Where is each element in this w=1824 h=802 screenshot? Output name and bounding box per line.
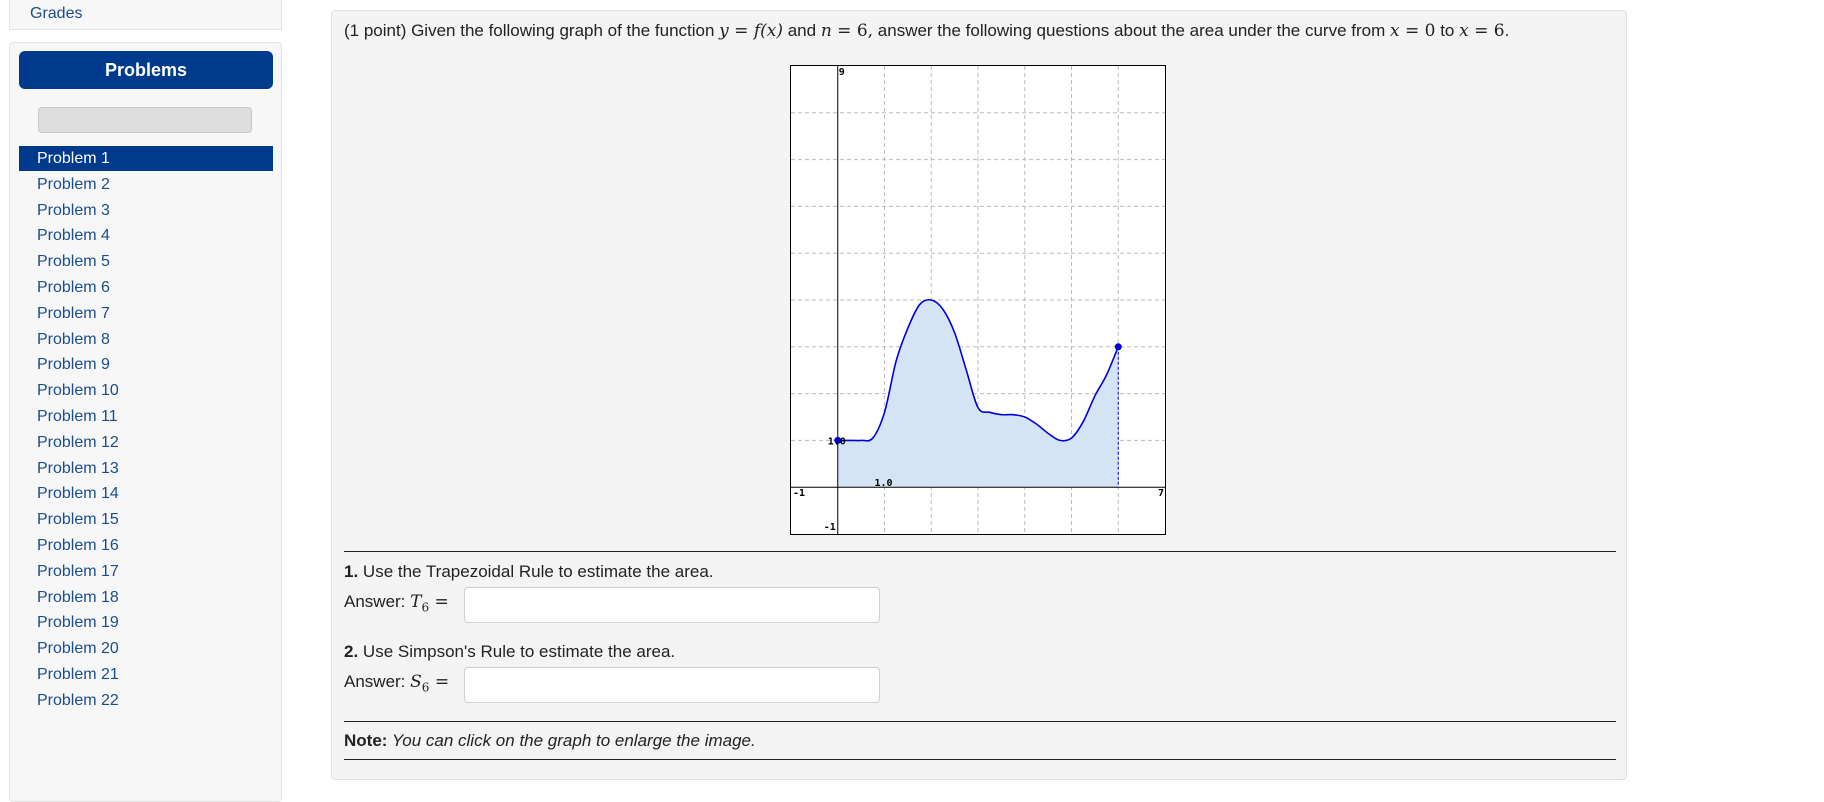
problem-link[interactable]: Problem 19	[19, 610, 273, 635]
question-2-text: Use Simpson's Rule to estimate the area.	[358, 642, 676, 661]
grades-box: Grades	[9, 0, 282, 30]
note-text: You can click on the graph to enlarge th…	[387, 731, 756, 750]
problems-header[interactable]: Problems	[19, 51, 273, 89]
problem-link[interactable]: Problem 17	[19, 559, 273, 584]
divider	[344, 721, 1616, 722]
math-T-sub: 6	[421, 600, 430, 615]
math-x: x	[1389, 21, 1400, 41]
question-to: to	[1435, 21, 1460, 40]
math-x: x	[1459, 21, 1469, 41]
problem-link[interactable]: Problem 21	[19, 662, 273, 687]
function-graph[interactable]: 9 -1 -1 7 1.0 1.0	[790, 65, 1166, 535]
problem-link[interactable]: Problem 1	[19, 146, 273, 171]
answer-2-label: Answer: S6 =	[344, 672, 449, 694]
math-eq: =	[831, 21, 857, 41]
question-2: 2. Use Simpson's Rule to estimate the ar…	[344, 642, 675, 662]
answer-2-input[interactable]	[464, 667, 880, 703]
math-S: S	[410, 672, 422, 692]
tick-label-y-one: 1.0	[828, 436, 846, 447]
answer-2-prefix: Answer:	[344, 672, 411, 691]
tick-label-x-left: -1	[793, 488, 805, 499]
graph-svg: 9 -1 -1 7 1.0 1.0	[791, 66, 1165, 534]
math-x-end: 6	[1493, 21, 1505, 41]
problem-link[interactable]: Problem 10	[19, 378, 273, 403]
question-end: .	[1504, 21, 1510, 40]
math-T: T	[410, 592, 422, 612]
question-1-text: Use the Trapezoidal Rule to estimate the…	[358, 562, 714, 581]
problem-link[interactable]: Problem 16	[19, 533, 273, 558]
problem-link[interactable]: Problem 11	[19, 404, 273, 429]
divider	[344, 759, 1616, 760]
question-and: and	[783, 21, 821, 40]
problem-link[interactable]: Problem 2	[19, 172, 273, 197]
grades-link[interactable]: Grades	[30, 5, 82, 23]
math-eq: =	[429, 672, 450, 692]
question-rest: answer the following questions about the…	[873, 21, 1390, 40]
math-eq: =	[1399, 21, 1425, 41]
problem-filter-input[interactable]	[38, 107, 252, 133]
problem-link[interactable]: Problem 13	[19, 456, 273, 481]
math-x-start: 0	[1424, 21, 1436, 41]
problem-link[interactable]: Problem 18	[19, 585, 273, 610]
problem-link[interactable]: Problem 12	[19, 430, 273, 455]
note-label: Note:	[344, 731, 388, 750]
math-eq: =	[429, 592, 449, 612]
note: Note: You can click on the graph to enla…	[344, 731, 756, 751]
answer-1-label: Answer: T6 =	[344, 592, 449, 614]
tick-label-x-one: 1.0	[875, 478, 893, 489]
question-1: 1. Use the Trapezoidal Rule to estimate …	[344, 562, 714, 582]
problem-link[interactable]: Problem 8	[19, 327, 273, 352]
problem-link[interactable]: Problem 14	[19, 481, 273, 506]
problems-panel: Problems Problem 1 Problem 2 Problem 3 Prob…	[9, 42, 282, 802]
math-eq: =	[728, 21, 754, 41]
problem-link[interactable]: Problem 22	[19, 688, 273, 713]
problem-link[interactable]: Problem 20	[19, 636, 273, 661]
math-fx: f(x)	[753, 21, 783, 41]
problem-link[interactable]: Problem 7	[19, 301, 273, 326]
math-n-value: 6,	[856, 21, 874, 41]
problem-panel: (1 point) Given the following graph of t…	[331, 10, 1627, 780]
math-eq: =	[1468, 21, 1494, 41]
tick-label-x-right: 7	[1158, 488, 1164, 499]
question-text: (1 point) Given the following graph of t…	[344, 21, 1509, 41]
tick-label-y-top: 9	[839, 67, 845, 78]
answer-1-input[interactable]	[464, 587, 880, 623]
problem-list: Problem 1 Problem 2 Problem 3 Problem 4 Prob…	[19, 146, 273, 714]
problem-link[interactable]: Problem 15	[19, 507, 273, 532]
curve-end-point	[1114, 343, 1122, 351]
question-prefix: (1 point) Given the following graph of t…	[344, 21, 720, 40]
problem-link[interactable]: Problem 5	[19, 249, 273, 274]
math-y: y	[719, 21, 729, 41]
tick-label-y-bottom: -1	[824, 522, 836, 533]
math-n: n	[820, 21, 832, 41]
problem-link[interactable]: Problem 3	[19, 198, 273, 223]
problem-link[interactable]: Problem 9	[19, 352, 273, 377]
answer-1-prefix: Answer:	[344, 592, 411, 611]
problem-link[interactable]: Problem 4	[19, 223, 273, 248]
problem-link[interactable]: Problem 6	[19, 275, 273, 300]
divider	[344, 551, 1616, 552]
question-2-number: 2.	[344, 642, 359, 661]
question-1-number: 1.	[344, 562, 359, 581]
